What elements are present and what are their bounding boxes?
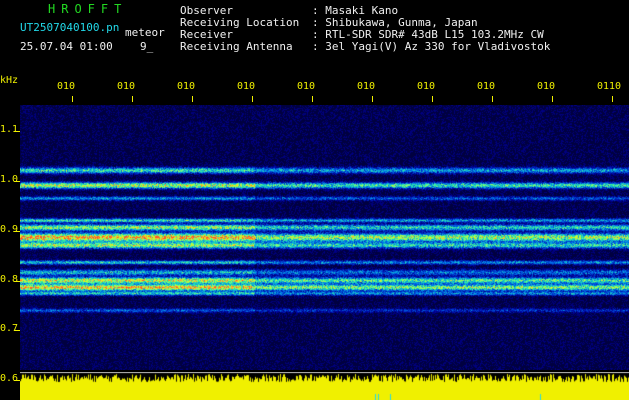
x-tick-mark [372,96,373,102]
x-tick-label: 010 [537,81,556,92]
info-value-location: : Shibukawa, Gunma, Japan [312,16,478,29]
info-label-observer: Observer [180,4,233,17]
info-value-receiver: : RTL-SDR SDR# 43dB L15 103.2MHz CW [312,28,544,41]
x-tick-mark [132,96,133,102]
event-tag: meteor [125,26,165,39]
y-tick-label: 0.9 [0,224,19,235]
filename-label: UT2507040100.pn [20,21,120,34]
y-tick-label: 0.6 [0,373,19,384]
x-tick-label: 010 [417,81,436,92]
x-tick-label: 010 [477,81,496,92]
x-tick-mark [552,96,553,102]
x-tick-label: 010 [237,81,256,92]
x-tick-mark [312,96,313,102]
x-tick-label: 010 [117,81,136,92]
x-tick-mark [612,96,613,102]
count-label: 9_ [140,40,154,53]
x-tick-mark [492,96,493,102]
info-label-antenna: Receiving Antenna [180,40,293,53]
x-tick-mark [252,96,253,102]
x-tick-label: 010 [57,81,76,92]
x-tick-label: 0110 [597,81,622,92]
x-tick-label: 010 [297,81,316,92]
info-label-receiver: Receiver [180,28,233,41]
brand-title: HROFFT [48,2,128,16]
y-tick-label: 0.7 [0,323,19,334]
x-tick-mark [192,96,193,102]
y-tick-label: 0.8 [0,274,19,285]
info-label-location: Receiving Location [180,16,300,29]
info-value-antenna: : 3el Yagi(V) Az 330 for Vladivostok [312,40,551,53]
amplitude-strip [20,372,629,400]
x-tick-mark [72,96,73,102]
info-value-observer: : Masaki Kano [312,4,399,17]
spectrogram-image [20,105,629,370]
y-axis-unit: kHz [0,75,19,86]
x-tick-mark [432,96,433,102]
x-tick-label: 010 [357,81,376,92]
datetime-label: 25.07.04 01:00 [20,40,113,53]
y-tick-label: 1.1 [0,124,19,135]
y-tick-label: 1.0 [0,174,19,185]
x-tick-label: 010 [177,81,196,92]
